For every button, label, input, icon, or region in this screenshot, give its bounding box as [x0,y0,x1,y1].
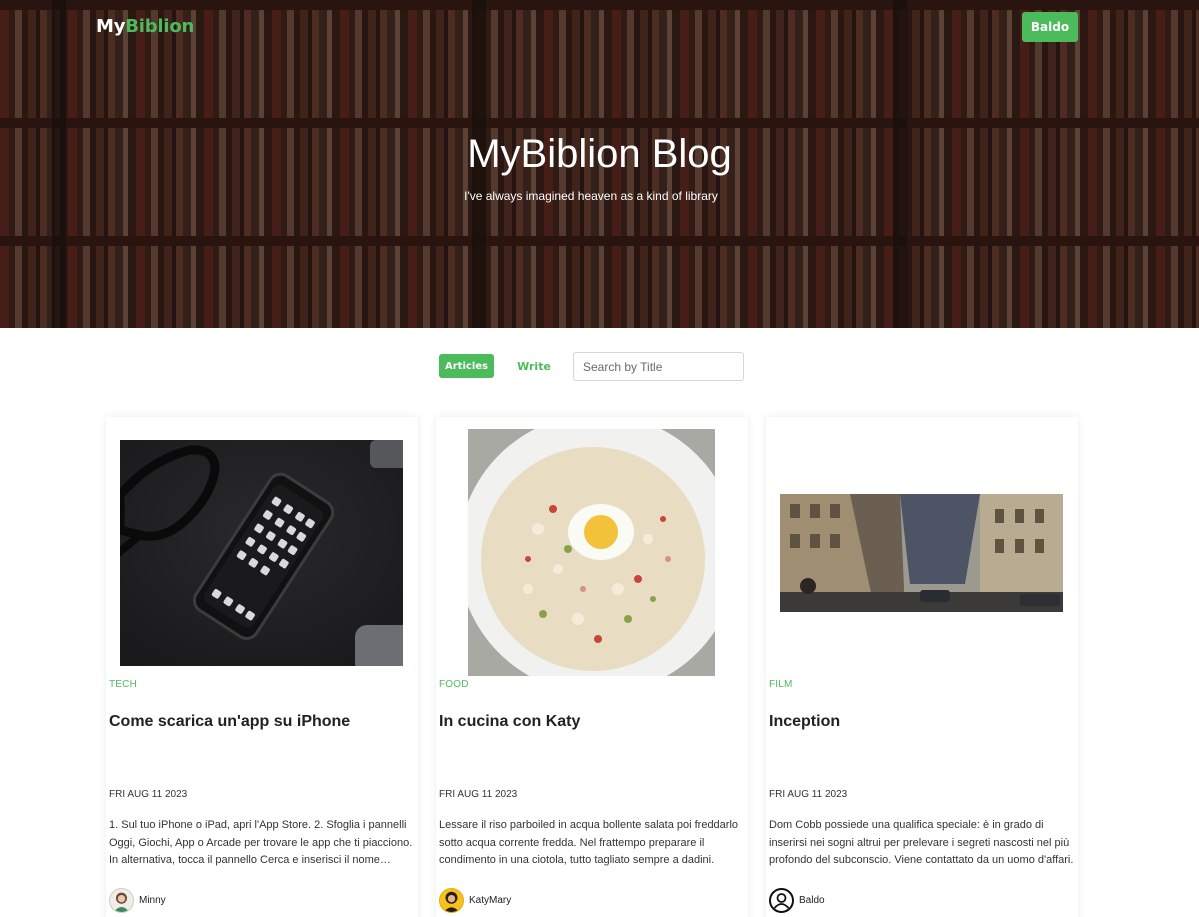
author-name: Baldo [799,894,825,906]
post-card[interactable]: TECH Come scarica un'app su iPhone FRI A… [106,417,418,917]
post-title[interactable]: Come scarica un'app su iPhone [109,713,350,731]
post-image[interactable] [780,494,1063,612]
post-category[interactable]: FOOD [439,679,469,690]
post-image[interactable] [468,429,715,676]
post-author[interactable]: KatyMary [439,886,511,914]
author-name: KatyMary [469,894,512,906]
search-input[interactable] [573,352,744,381]
post-card[interactable]: FILM Inception FRI AUG 11 2023 Dom Cobb … [766,417,1078,917]
post-author[interactable]: Minny [109,886,166,914]
smartphone-photo [120,440,403,666]
post-category[interactable]: TECH [109,679,137,690]
avatar [769,887,794,913]
hero-banner: MyBiblion Baldo MyBiblion Blog I've alwa… [0,0,1199,328]
brand-prefix: My [96,16,126,37]
post-date: FRI AUG 11 2023 [439,789,518,800]
post-title[interactable]: In cucina con Katy [439,713,580,731]
post-excerpt: 1. Sul tuo iPhone o iPad, apri l'App Sto… [109,819,413,866]
user-menu-button[interactable]: Baldo [1022,12,1078,42]
rice-salad-photo [468,429,715,676]
post-image[interactable] [120,440,403,666]
page-title: MyBiblion Blog [467,132,732,176]
post-date: FRI AUG 11 2023 [769,789,848,800]
user-avatar-icon [443,891,460,912]
post-date: FRI AUG 11 2023 [109,789,188,800]
brand-suffix: Biblion [125,16,195,37]
user-avatar-icon [113,892,130,912]
page-subtitle: I've always imagined heaven as a kind of… [464,189,718,203]
post-excerpt: Dom Cobb possiede una qualifica speciale… [769,819,1074,866]
post-title[interactable]: Inception [769,713,840,731]
post-category[interactable]: FILM [769,679,793,690]
user-avatar-icon [773,892,790,909]
post-card[interactable]: FOOD In cucina con Katy FRI AUG 11 2023 … [436,417,748,917]
avatar [109,887,134,913]
tab-articles[interactable]: Articles [439,354,494,378]
tab-write[interactable]: Write [510,354,558,378]
folding-city-photo [780,494,1063,612]
post-author[interactable]: Baldo [769,886,825,914]
avatar [439,887,464,913]
author-name: Minny [139,894,166,906]
brand-logo[interactable]: MyBiblion [96,16,194,37]
post-excerpt: Lessare il riso parboiled in acqua bolle… [439,819,739,866]
